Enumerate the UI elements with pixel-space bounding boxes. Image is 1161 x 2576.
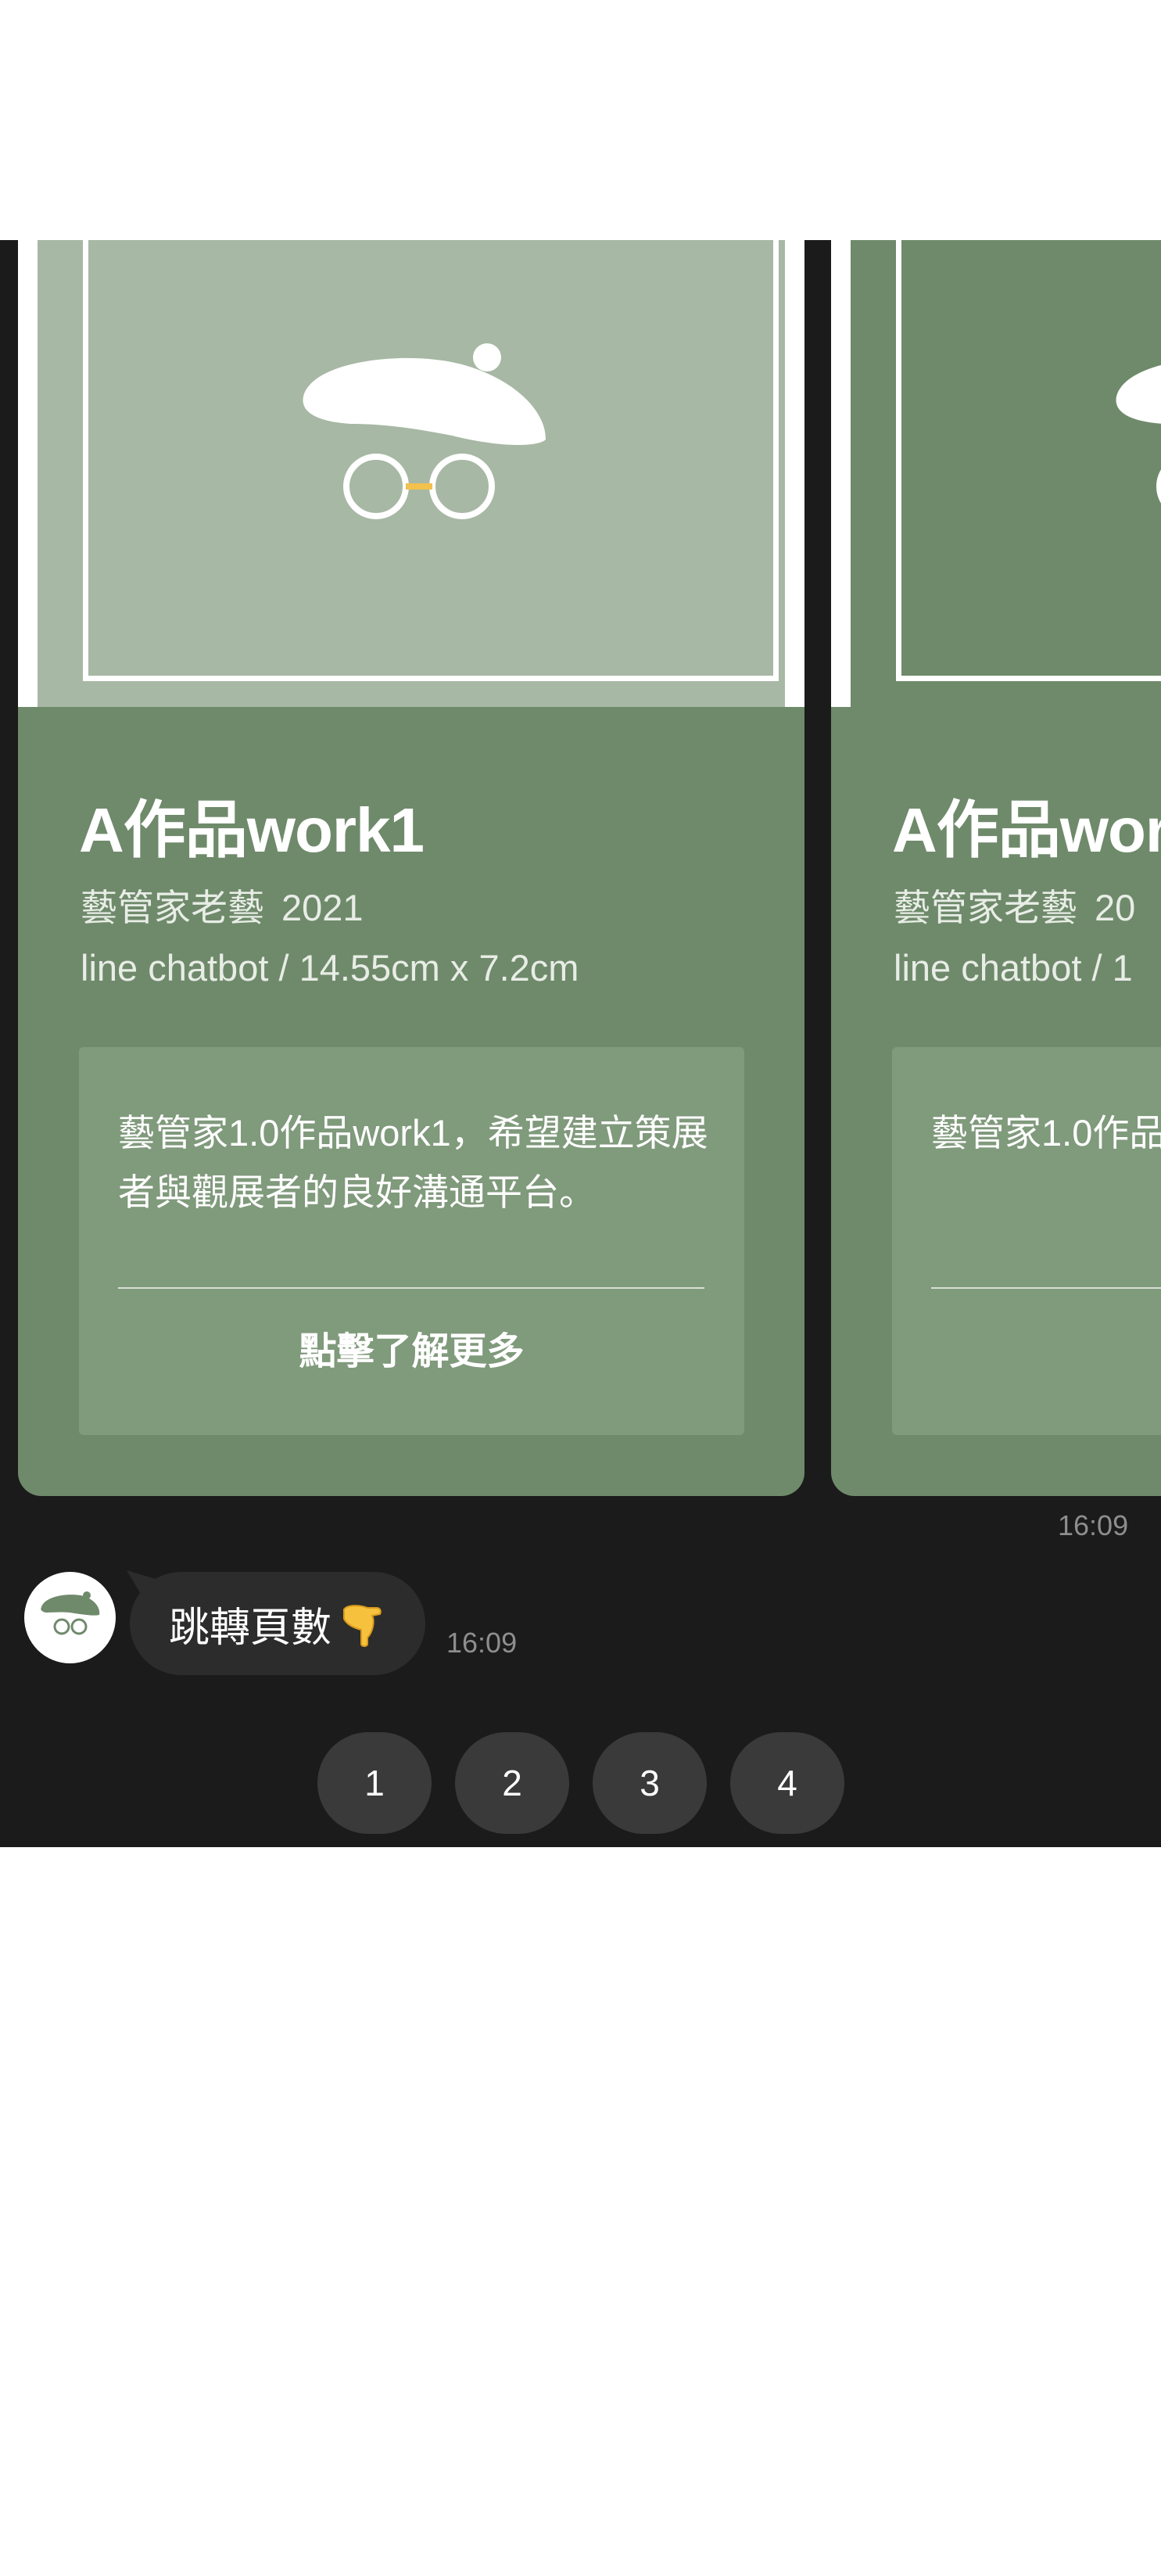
- message-bubble: 跳轉頁數: [127, 1570, 426, 1675]
- quick-reply-4[interactable]: 4: [730, 1732, 844, 1834]
- card-image: [831, 240, 1161, 707]
- bot-avatar[interactable]: [24, 1572, 116, 1663]
- card-title: A作品wor: [892, 795, 1161, 865]
- learn-more-button[interactable]: 點擊了解更多: [79, 1317, 744, 1387]
- description-box: 藝管家1.0作品work1，希望建立策展者與觀展者的良好溝通平台。 點擊了解更多: [79, 1047, 744, 1435]
- card-meta: line chatbot / 14.55cm x 7.2cm: [81, 947, 579, 988]
- beret-glasses-logo-icon: [303, 343, 546, 519]
- divider: [118, 1287, 704, 1289]
- description-text: 藝管家1.0作品work1，希望建立策展者與觀展者的良好溝通平台。: [118, 1112, 708, 1213]
- card-image: [18, 240, 804, 707]
- message-timestamp: 16:09: [446, 1627, 518, 1659]
- card-artist: 藝管家老藝 2021: [81, 877, 364, 931]
- quick-reply-1[interactable]: 1: [317, 1732, 432, 1834]
- carousel-card[interactable]: A作品wor 藝管家老藝 20 line chatbot / 1 藝管家1.0作品…: [831, 240, 1161, 1496]
- carousel-card[interactable]: A作品work1 藝管家老藝 2021 line chatbot / 14.55c…: [18, 240, 804, 1496]
- artwork-year: 2021: [281, 887, 364, 928]
- description-text: 藝管家1.0作品立策展者與觀台。: [931, 1112, 1161, 1153]
- artist-name: 藝管家老藝: [81, 887, 264, 928]
- artwork-year: 20: [1095, 887, 1136, 928]
- card-meta: line chatbot / 1: [894, 947, 1133, 988]
- description-box: 藝管家1.0作品立策展者與觀台。 點擊: [892, 1047, 1161, 1435]
- divider: [931, 1287, 1161, 1289]
- beret-glasses-logo-icon: [1116, 364, 1161, 504]
- beret-glasses-logo-icon: [41, 1591, 100, 1635]
- quick-reply-2[interactable]: 2: [455, 1732, 569, 1834]
- card-title: A作品work1: [79, 795, 425, 865]
- message-text: 跳轉頁數: [169, 1605, 332, 1651]
- learn-more-button[interactable]: 點擊: [892, 1317, 1161, 1387]
- quick-replies: 1 2 3 4: [317, 1732, 844, 1834]
- card-artist: 藝管家老藝 20: [894, 877, 1135, 931]
- message-timestamp: 16:09: [1058, 1509, 1129, 1541]
- chat-area: A作品work1 藝管家老藝 2021 line chatbot / 14.55c…: [0, 240, 1161, 1847]
- artist-name: 藝管家老藝: [894, 887, 1077, 928]
- quick-reply-3[interactable]: 3: [593, 1732, 707, 1834]
- pointing-down-hand-icon: [343, 1605, 382, 1647]
